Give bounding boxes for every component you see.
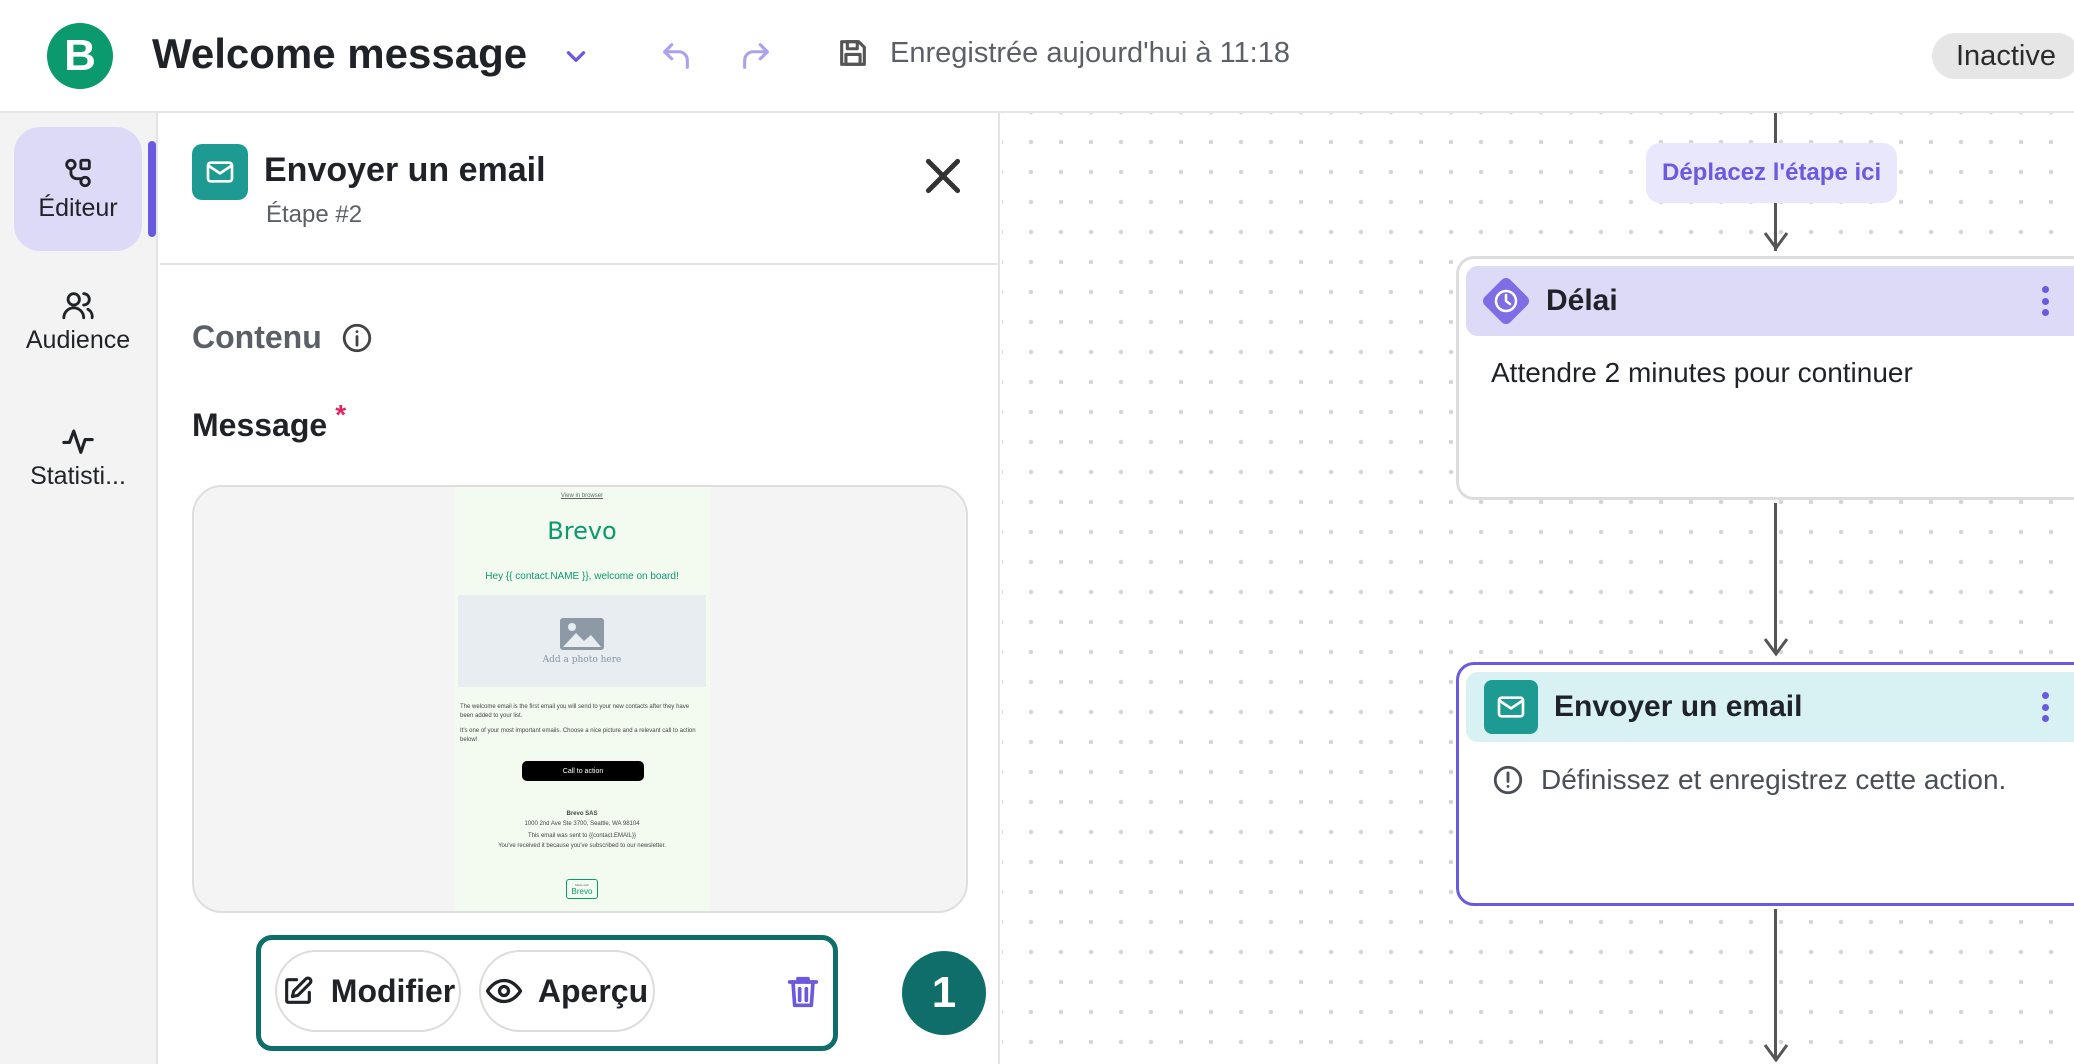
save-status: Enregistrée aujourd'hui à 11:18 — [836, 36, 1290, 70]
image-icon — [560, 618, 604, 650]
redo-button[interactable] — [734, 34, 778, 78]
clock-icon — [1483, 278, 1529, 324]
step-panel: Envoyer un email Étape #2 Contenu Messag… — [160, 113, 1000, 1064]
email-thumbnail: View in browser Brevo Hey {{ contact.NAM… — [454, 487, 710, 911]
nav-item-statistiques[interactable]: Statisti... — [14, 395, 142, 519]
node-description-text: Attendre 2 minutes pour continuer — [1491, 357, 1913, 388]
email-step-node[interactable]: Envoyer un email Définissez et enregistr… — [1456, 662, 2074, 906]
email-paragraph-2: It's one of your most important emails. … — [460, 728, 696, 743]
connector-line — [1774, 909, 1777, 1059]
email-preview[interactable]: View in browser Brevo Hey {{ contact.NAM… — [192, 485, 968, 913]
eye-icon — [485, 978, 522, 1004]
callout-number-badge: 1 — [902, 951, 986, 1035]
node-description: Attendre 2 minutes pour continuer — [1491, 357, 1913, 389]
status-badge: Inactive — [1932, 33, 2074, 79]
logo-letter: B — [64, 31, 96, 80]
panel-step-number: Étape #2 — [266, 201, 363, 228]
message-label-text: Message — [192, 407, 328, 443]
email-address: 1000 2nd Ave Ste 3700, Seattle, WA 98104 — [524, 821, 640, 827]
content-section-label: Contenu — [192, 319, 322, 355]
node-menu-button[interactable] — [2041, 286, 2049, 316]
node-description-text: Définissez et enregistrez cette action. — [1541, 764, 2007, 795]
workflow-title[interactable]: Welcome message — [152, 30, 527, 78]
photo-placeholder-text: Add a photo here — [542, 655, 622, 665]
email-greeting: Hey {{ contact.NAME }}, welcome on board… — [485, 571, 679, 582]
email-brand: Brevo — [547, 517, 617, 545]
activity-icon — [62, 429, 94, 454]
delay-step-node[interactable]: Délai Attendre 2 minutes pour continuer — [1456, 256, 2074, 500]
users-icon — [62, 291, 94, 319]
panel-step-title: Envoyer un email — [264, 151, 546, 189]
node-menu-button[interactable] — [2041, 692, 2049, 722]
top-bar: B Welcome message Enregistrée aujourd'hu… — [0, 0, 2074, 113]
mini-logo-brand: Brevo — [571, 886, 593, 896]
arrow-down-icon — [1763, 232, 1789, 251]
email-photo-placeholder: Add a photo here — [458, 595, 706, 687]
node-title: Envoyer un email — [1554, 690, 1803, 723]
nav-item-editeur[interactable]: Éditeur — [14, 127, 142, 251]
redo-icon — [743, 43, 769, 69]
email-paragraph-1: The welcome email is the first email you… — [460, 704, 690, 719]
email-reason: You've received it because you've subscr… — [498, 843, 666, 849]
edit-button[interactable]: Modifier — [275, 950, 461, 1032]
email-footer-logo: Made with Brevo — [566, 879, 598, 899]
undo-button[interactable] — [654, 34, 698, 78]
connector-line — [1774, 113, 1777, 143]
chevron-down-icon — [566, 51, 586, 62]
email-sent-to: This email was sent to {{contact.EMAIL}} — [527, 833, 637, 839]
preview-button[interactable]: Aperçu — [479, 950, 655, 1032]
mail-icon — [206, 161, 234, 183]
brevo-logo[interactable]: B — [47, 23, 113, 89]
save-icon — [840, 40, 866, 66]
close-icon — [925, 158, 961, 194]
active-nav-indicator — [148, 141, 156, 237]
node-title: Délai — [1546, 284, 1618, 317]
mail-icon — [1497, 696, 1525, 718]
info-icon[interactable] — [340, 321, 374, 355]
view-in-browser-link: View in browser — [560, 493, 604, 499]
panel-header: Envoyer un email Étape #2 — [160, 113, 1000, 265]
edit-icon — [284, 976, 313, 1004]
delete-button[interactable] — [783, 972, 823, 1012]
close-panel-button[interactable] — [918, 151, 968, 201]
email-cta-button: Call to action — [522, 761, 644, 781]
email-step-icon — [192, 144, 248, 200]
node-header: Délai — [1466, 266, 2074, 336]
left-nav: Éditeur Audience Statisti... — [0, 113, 158, 1064]
save-status-text: Enregistrée aujourd'hui à 11:18 — [890, 36, 1290, 69]
undo-icon — [663, 43, 689, 69]
preview-actions-highlight: Modifier Aperçu — [256, 935, 838, 1051]
workflow-icon — [65, 158, 91, 187]
node-description: Définissez et enregistrez cette action. — [1491, 763, 2006, 797]
node-header: Envoyer un email — [1466, 672, 2074, 742]
title-dropdown-button[interactable] — [556, 36, 596, 76]
drop-step-here[interactable]: Déplacez l'étape ici — [1646, 143, 1898, 203]
workflow-canvas[interactable]: Déplacez l'étape ici Délai Attendre 2 mi… — [1002, 113, 2074, 1064]
email-node-icon — [1484, 680, 1538, 734]
nav-item-audience[interactable]: Audience — [14, 259, 142, 383]
connector-line — [1774, 503, 1777, 653]
arrow-down-icon — [1763, 1044, 1789, 1063]
email-company: Brevo SAS — [566, 811, 598, 817]
nav-label: Statisti... — [30, 461, 126, 490]
preview-button-label: Aperçu — [537, 972, 649, 1009]
content-section-title: Contenu — [192, 319, 374, 356]
nav-label: Éditeur — [38, 193, 118, 222]
message-label: Message * — [192, 399, 346, 444]
arrow-down-icon — [1763, 638, 1789, 657]
edit-button-label: Modifier — [330, 972, 456, 1009]
warning-circle-icon — [1493, 765, 1523, 795]
trash-icon — [787, 976, 819, 1008]
nav-label: Audience — [25, 325, 131, 354]
required-mark: * — [335, 399, 347, 430]
